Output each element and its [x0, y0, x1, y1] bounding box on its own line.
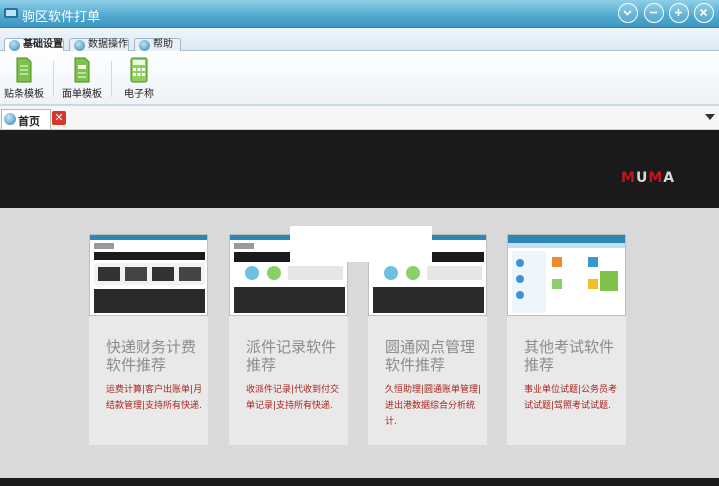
- close-tab-button[interactable]: ✕: [52, 111, 66, 125]
- card-title: 圆通网点管理软件推荐: [385, 338, 476, 374]
- title-bar: 驹区软件打单: [0, 0, 719, 28]
- label-template-button[interactable]: 贴条模板: [3, 57, 45, 103]
- card-title: 派件记录软件推荐: [246, 338, 337, 374]
- window-title: 驹区软件打单: [22, 10, 101, 25]
- ribbon-separator: [53, 61, 54, 97]
- card-description: 收派件记录|代收到付交单记录|支持所有快递.: [246, 385, 340, 411]
- scale-icon: [130, 57, 148, 83]
- label-template-icon: [16, 57, 32, 83]
- ribbon-panel: 贴条模板 面单模板 电子称: [0, 51, 719, 105]
- plus-icon: [675, 9, 682, 16]
- card-description: 事业单位试题|公务员考试试题|驾照考试试题.: [524, 385, 618, 411]
- ribbon-tab-bar: 基础设置 数据操作 帮助: [0, 28, 719, 53]
- home-icon: [4, 113, 16, 125]
- card-title: 其他考试软件推荐: [524, 338, 615, 374]
- blank-overlay-panel: [290, 226, 432, 262]
- card-yto-outlet-management[interactable]: 圆通网点管理软件推荐 久恒助理|圆通账单管理|进出港数据综合分析统计.: [368, 234, 487, 445]
- card-delivery-records[interactable]: 派件记录软件推荐 收派件记录|代收到付交单记录|支持所有快递.: [229, 234, 348, 445]
- tab-data-operations[interactable]: 数据操作: [69, 38, 129, 52]
- waybill-template-icon: [74, 57, 90, 83]
- maximize-button[interactable]: [669, 3, 689, 23]
- bottom-bar: [0, 478, 719, 486]
- tab-home[interactable]: 首页: [1, 109, 51, 129]
- electronic-scale-button[interactable]: 电子称: [120, 57, 158, 103]
- dropdown-button[interactable]: [618, 3, 638, 23]
- card-description: 久恒助理|圆通账单管理|进出港数据综合分析统计.: [385, 385, 482, 427]
- document-tab-strip: 首页 ✕: [0, 106, 719, 130]
- card-express-finance[interactable]: 快递财务计费软件推荐 运费计算|客户出账单|月结款管理|支持所有快递.: [89, 234, 208, 445]
- minimize-icon: [650, 11, 657, 14]
- help-tab-icon: [139, 40, 150, 51]
- app-logo-icon: [4, 8, 18, 18]
- minimize-button[interactable]: [644, 3, 664, 23]
- waybill-template-button[interactable]: 面单模板: [61, 57, 103, 103]
- ribbon-separator: [111, 61, 112, 97]
- tab-list-dropdown-icon[interactable]: [705, 114, 715, 120]
- chevron-down-icon: [623, 10, 632, 16]
- tab-help[interactable]: 帮助: [134, 38, 181, 52]
- card-other-exam-software[interactable]: 其他考试软件推荐 事业单位试题|公务员考试试题|驾照考试试题.: [507, 234, 626, 445]
- card-description: 运费计算|客户出账单|月结款管理|支持所有快递.: [106, 385, 203, 411]
- software-screenshot: [89, 234, 208, 316]
- settings-tab-icon: [9, 40, 20, 51]
- muma-logo: MUMA: [621, 170, 676, 186]
- close-icon: [699, 8, 708, 17]
- card-title: 快递财务计费软件推荐: [106, 338, 197, 374]
- home-banner: MUMA: [0, 130, 719, 208]
- software-screenshot: [507, 234, 626, 316]
- data-tab-icon: [74, 40, 85, 51]
- close-button[interactable]: [694, 3, 714, 23]
